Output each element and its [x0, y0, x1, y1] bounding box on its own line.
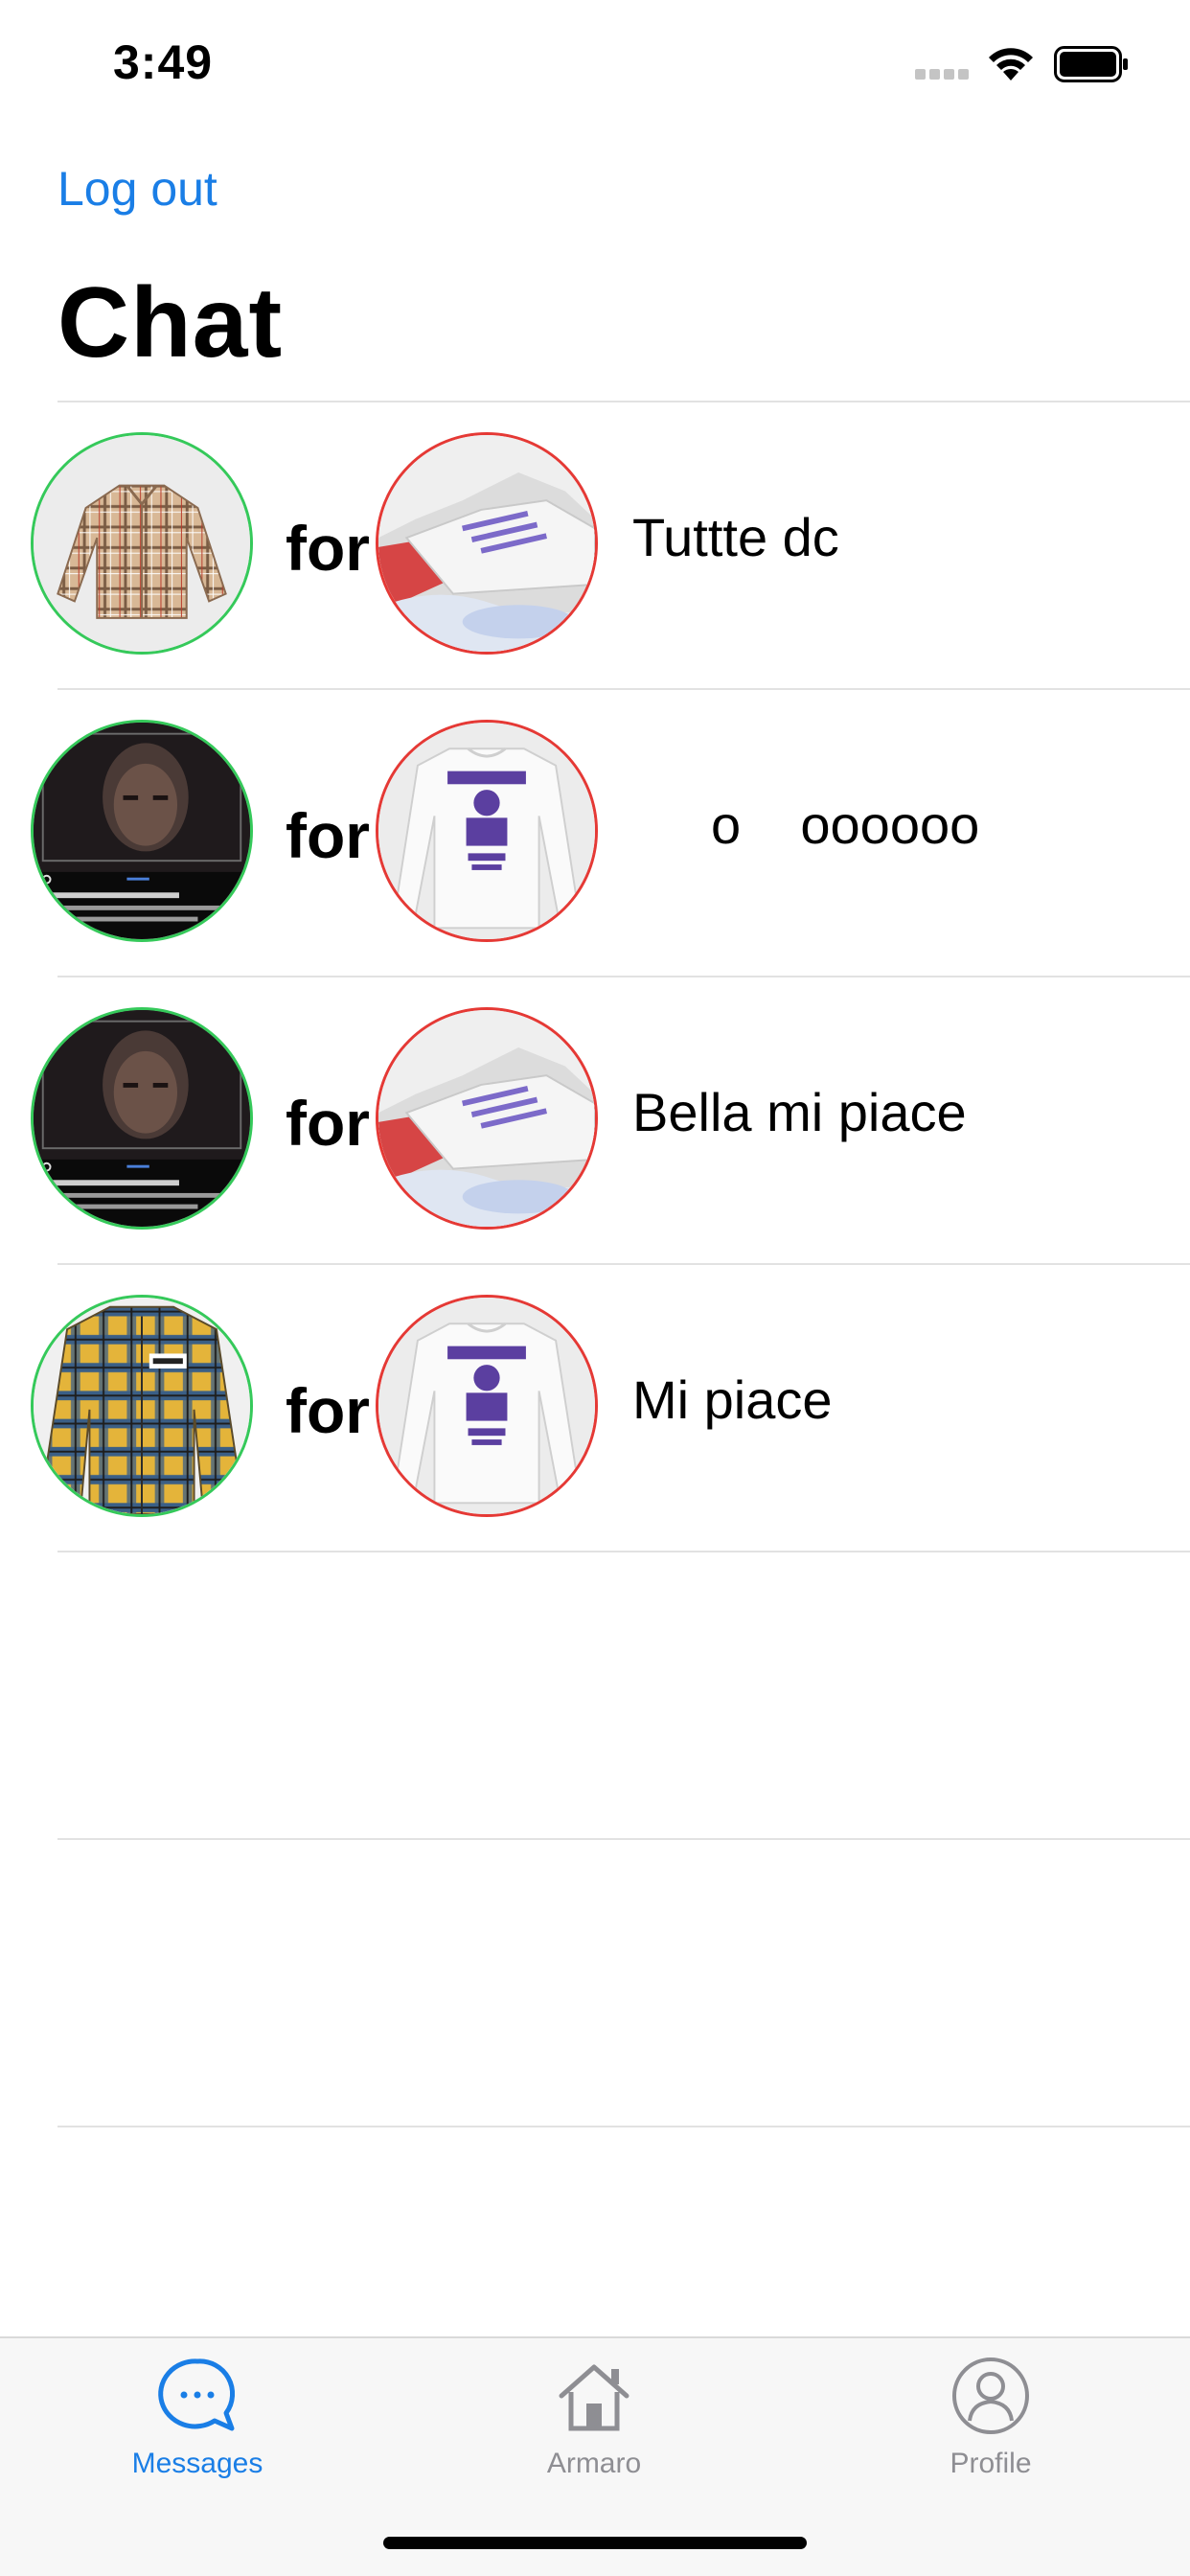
chat-last-message: Tuttte dc	[632, 507, 839, 567]
chat-screen: 3:49 Log out Chat for Tuttte dc for o oo…	[0, 0, 1190, 2576]
flannel-shirt-image	[34, 1298, 250, 1514]
chat-row[interactable]: for Bella mi piace	[0, 978, 1190, 1263]
sneaker-image	[378, 1010, 595, 1227]
chat-bubble-icon	[158, 2358, 236, 2431]
list-separator	[57, 1838, 1190, 1840]
chat-last-message: o oooooo	[711, 794, 980, 855]
lebron-longsleeve-image	[378, 723, 595, 939]
status-time: 3:49	[113, 35, 214, 89]
person-icon	[952, 2358, 1029, 2434]
plaid-shirt-image	[34, 435, 250, 652]
offered-item-avatar	[31, 1007, 253, 1230]
requested-item-avatar	[376, 1007, 598, 1230]
page-title: Chat	[57, 267, 284, 379]
requested-item-avatar	[376, 720, 598, 942]
house-icon	[559, 2364, 629, 2431]
offered-item-avatar	[31, 1295, 253, 1517]
chat-last-message: Bella mi piace	[632, 1082, 967, 1142]
list-separator	[57, 1551, 1190, 1552]
tab-label: Profile	[950, 2448, 1032, 2479]
wifi-icon	[989, 48, 1033, 80]
for-label: for	[286, 800, 370, 871]
list-separator	[57, 2126, 1190, 2128]
tab-messages[interactable]: Messages	[54, 2338, 341, 2501]
for-label: for	[286, 1375, 370, 1446]
lebron-longsleeve-image	[378, 1298, 595, 1514]
chat-row[interactable]: for Tuttte dc	[0, 402, 1190, 688]
offered-item-avatar	[31, 720, 253, 942]
requested-item-avatar	[376, 432, 598, 655]
tab-profile[interactable]: Profile	[847, 2338, 1134, 2501]
chat-last-message: Mi piace	[632, 1369, 833, 1430]
for-label: for	[286, 1088, 370, 1159]
offered-item-avatar	[31, 432, 253, 655]
battery-icon	[1054, 46, 1128, 82]
tab-label: Armaro	[546, 2448, 642, 2479]
portrait-post-image	[34, 723, 250, 939]
logout-button[interactable]: Log out	[57, 161, 217, 217]
chat-row[interactable]: for o oooooo	[0, 690, 1190, 976]
for-label: for	[286, 513, 370, 584]
status-bar: 3:49	[0, 0, 1190, 129]
tab-label: Messages	[131, 2448, 263, 2479]
tab-armaro[interactable]: Armaro	[450, 2338, 738, 2501]
chat-row[interactable]: for Mi piace	[0, 1265, 1190, 1551]
portrait-post-image	[34, 1010, 250, 1227]
home-indicator	[383, 2537, 807, 2549]
requested-item-avatar	[376, 1295, 598, 1517]
sneaker-image	[378, 435, 595, 652]
cellular-signal-icon	[915, 69, 971, 82]
